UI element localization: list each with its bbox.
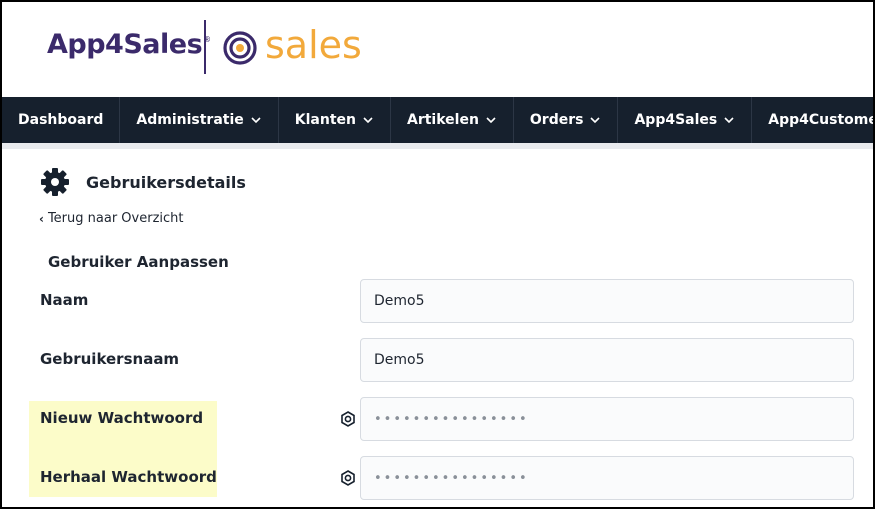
nav-item-label: Klanten xyxy=(294,112,356,128)
nav-item-label: Administratie xyxy=(136,112,244,128)
section-title: Gebruiker Aanpassen xyxy=(48,253,229,271)
password-generate-icon[interactable] xyxy=(340,470,356,486)
chevron-down-icon xyxy=(590,117,601,124)
nav-item-label: Dashboard xyxy=(18,112,104,128)
nav-item-orders[interactable]: Orders xyxy=(514,97,619,143)
brand-name: App4Sales xyxy=(47,29,203,60)
new-password-field[interactable]: •••••••••••••••• xyxy=(360,397,854,441)
nav-item-label: App4Sales xyxy=(634,112,718,128)
username-label: Gebruikersnaam xyxy=(40,350,180,368)
nav-item-label: Artikelen xyxy=(406,112,479,128)
logo-divider xyxy=(204,20,206,74)
brand-logo: App4Sales® xyxy=(47,29,211,60)
page-title: Gebruikersdetails xyxy=(86,172,246,192)
nav-item-klanten[interactable]: Klanten xyxy=(279,97,391,143)
chevron-down-icon xyxy=(363,117,373,124)
main-nav: Dashboard Administratie Klanten Artikele… xyxy=(2,97,873,143)
nav-item-artikelen[interactable]: Artikelen xyxy=(391,97,514,143)
gear-icon xyxy=(41,168,69,196)
password-generate-icon[interactable] xyxy=(340,411,356,427)
target-icon xyxy=(223,31,257,65)
back-link-label: Terug naar Overzicht xyxy=(47,211,184,226)
chevron-down-icon xyxy=(251,117,261,124)
chevron-down-icon xyxy=(486,117,496,124)
new-password-label: Nieuw Wachtwoord xyxy=(40,409,204,427)
nav-item-dashboard[interactable]: Dashboard xyxy=(2,97,121,143)
header: App4Sales® sales xyxy=(2,2,873,97)
back-to-overview-link[interactable]: ‹ Terug naar Overzicht xyxy=(39,211,184,226)
app-window: App4Sales® sales Dashboard Administratie… xyxy=(0,0,875,509)
repeat-password-field[interactable]: •••••••••••••••• xyxy=(360,456,854,500)
nav-item-app4sales[interactable]: App4Sales xyxy=(618,97,753,143)
repeat-password-label: Herhaal Wachtwoord xyxy=(40,468,217,486)
nav-item-label: App4Customers xyxy=(768,112,873,128)
chevron-left-icon: ‹ xyxy=(39,211,44,226)
nav-divider xyxy=(2,143,873,149)
nav-item-label: Orders xyxy=(529,112,584,128)
nav-item-app4customers[interactable]: App4Customers xyxy=(752,97,873,143)
nav-item-administratie[interactable]: Administratie xyxy=(120,97,279,143)
chevron-down-icon xyxy=(724,117,734,124)
page-header: Gebruikersdetails xyxy=(40,167,246,197)
product-name: sales xyxy=(265,23,362,67)
name-field[interactable]: Demo5 xyxy=(360,279,854,323)
username-field[interactable]: Demo5 xyxy=(360,338,854,382)
name-label: Naam xyxy=(40,291,89,309)
